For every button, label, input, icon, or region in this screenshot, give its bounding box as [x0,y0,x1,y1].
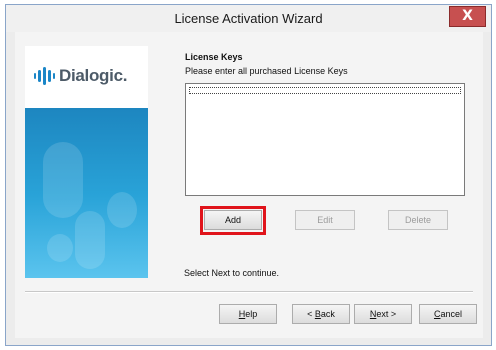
page-subheading: Please enter all purchased License Keys [185,66,348,76]
back-button[interactable]: < Back [292,304,350,324]
title-bar[interactable]: License Activation Wizard X [6,5,491,32]
focus-row [189,87,461,94]
add-button[interactable]: Add [204,210,262,230]
help-label: elp [245,309,258,319]
delete-button[interactable]: Delete [388,210,448,230]
window-title: License Activation Wizard [174,11,323,26]
wizard-window: License Activation Wizard X Dialogic. Li… [5,4,492,346]
decorative-bubble [75,211,105,269]
status-text: Select Next to continue. [184,268,280,278]
page-heading: License Keys [185,52,243,62]
dialogic-logo-icon [33,66,55,86]
branding-panel: Dialogic. [25,46,148,278]
back-prefix: < [307,309,315,319]
cancel-label: ancel [440,309,462,319]
footer-divider [25,291,473,293]
decorative-bubble [43,142,83,218]
next-label: ext > [376,309,397,319]
close-button[interactable]: X [449,6,486,27]
logo-text: Dialogic. [59,66,128,85]
wizard-content: Dialogic. License Keys Please enter all … [15,32,483,338]
help-button[interactable]: Help [219,304,277,324]
license-keys-list[interactable] [185,83,465,196]
cancel-button[interactable]: Cancel [419,304,477,324]
edit-button[interactable]: Edit [295,210,355,230]
dialogic-logo: Dialogic. [33,66,127,86]
back-label: ack [320,309,335,319]
next-button[interactable]: Next > [354,304,412,324]
decorative-bubble [107,192,137,228]
decorative-bubble [47,234,73,262]
